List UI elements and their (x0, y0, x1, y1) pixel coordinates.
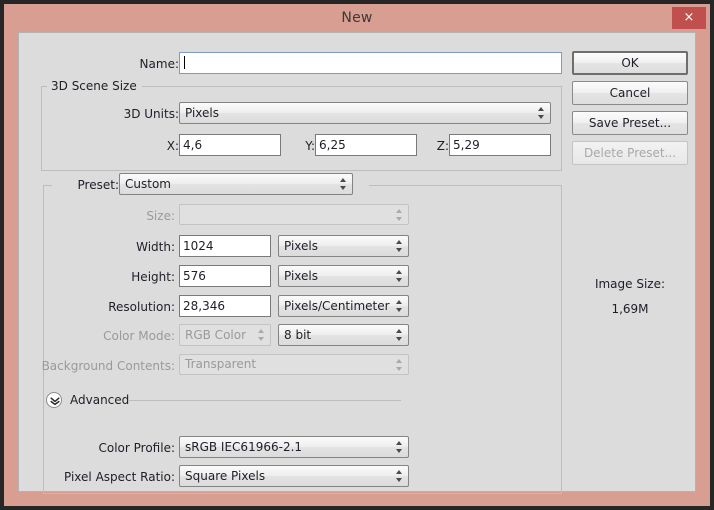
axis-z-input[interactable]: 5,29 (449, 134, 551, 156)
color-mode-select: RGB Color (179, 324, 271, 346)
spinner-arrows-icon (258, 329, 265, 341)
spinner-arrows-icon (538, 107, 545, 119)
pixel-aspect-ratio-label: Pixel Aspect Ratio: (64, 470, 175, 484)
preset-label: Preset: (77, 178, 119, 192)
spinner-arrows-icon (396, 329, 403, 341)
resolution-label: Resolution: (108, 300, 175, 314)
scene-size-group-title: 3D Scene Size (47, 79, 141, 93)
advanced-label: Advanced (70, 393, 130, 407)
name-input[interactable] (179, 52, 562, 74)
color-depth-select[interactable]: 8 bit (278, 324, 409, 346)
3d-units-select[interactable]: Pixels (179, 102, 551, 124)
axis-y-label: Y: (305, 139, 315, 153)
spinner-arrows-icon (396, 270, 403, 282)
spinner-arrows-icon (396, 240, 403, 252)
title-bar: New × (4, 4, 710, 32)
spinner-arrows-icon (396, 441, 403, 453)
dialog-title: New (341, 10, 373, 26)
cancel-button[interactable]: Cancel (572, 81, 688, 105)
pixel-aspect-ratio-value: Square Pixels (185, 469, 266, 483)
3d-units-label: 3D Units: (123, 107, 179, 121)
ok-button[interactable]: OK (572, 51, 688, 75)
spinner-arrows-icon (396, 470, 403, 482)
name-label: Name: (139, 57, 179, 71)
width-label: Width: (136, 240, 175, 254)
scene-size-group (41, 86, 562, 171)
spinner-arrows-icon (396, 358, 403, 371)
height-label: Height: (131, 270, 175, 284)
pixel-aspect-ratio-select[interactable]: Square Pixels (179, 465, 409, 487)
close-icon[interactable]: × (672, 7, 706, 29)
new-document-dialog: New × Name: 3D Scene Size 3D Units: Pixe… (4, 4, 710, 506)
text-caret (184, 56, 185, 69)
resolution-unit-value: Pixels/Centimeter (284, 299, 390, 313)
height-input[interactable]: 576 (179, 265, 271, 287)
resolution-unit-select[interactable]: Pixels/Centimeter (278, 295, 409, 317)
size-select (179, 204, 409, 225)
color-profile-label: Color Profile: (98, 441, 176, 455)
delete-preset-button: Delete Preset... (572, 141, 688, 165)
color-profile-value: sRGB IEC61966-2.1 (185, 440, 303, 454)
background-contents-select: Transparent (179, 354, 409, 375)
color-mode-value: RGB Color (185, 328, 247, 342)
background-contents-label: Background Contents: (41, 359, 175, 373)
width-unit-select[interactable]: Pixels (278, 235, 409, 257)
image-size-value: 1,69M (611, 302, 649, 316)
color-profile-select[interactable]: sRGB IEC61966-2.1 (179, 436, 409, 458)
axis-z-label: Z: (436, 139, 449, 153)
axis-x-label: X: (166, 139, 179, 153)
width-unit-value: Pixels (284, 239, 319, 253)
height-unit-value: Pixels (284, 269, 319, 283)
advanced-divider (129, 400, 401, 401)
width-input[interactable]: 1024 (179, 235, 271, 257)
image-size-label: Image Size: (594, 277, 666, 291)
save-preset-button[interactable]: Save Preset... (572, 111, 688, 135)
height-unit-select[interactable]: Pixels (278, 265, 409, 287)
spinner-arrows-icon (340, 178, 347, 190)
3d-units-value: Pixels (185, 106, 220, 120)
size-label: Size: (146, 209, 175, 223)
preset-value: Custom (125, 177, 171, 191)
spinner-arrows-icon (396, 208, 403, 221)
dialog-content: Name: 3D Scene Size 3D Units: Pixels X: … (18, 32, 696, 494)
color-mode-label: Color Mode: (103, 329, 175, 343)
preset-select[interactable]: Custom (119, 173, 353, 195)
color-depth-value: 8 bit (284, 328, 312, 342)
chevron-double-down-icon[interactable] (46, 392, 62, 408)
resolution-input[interactable]: 28,346 (179, 295, 271, 317)
background-contents-value: Transparent (185, 357, 257, 371)
spinner-arrows-icon (396, 300, 403, 312)
